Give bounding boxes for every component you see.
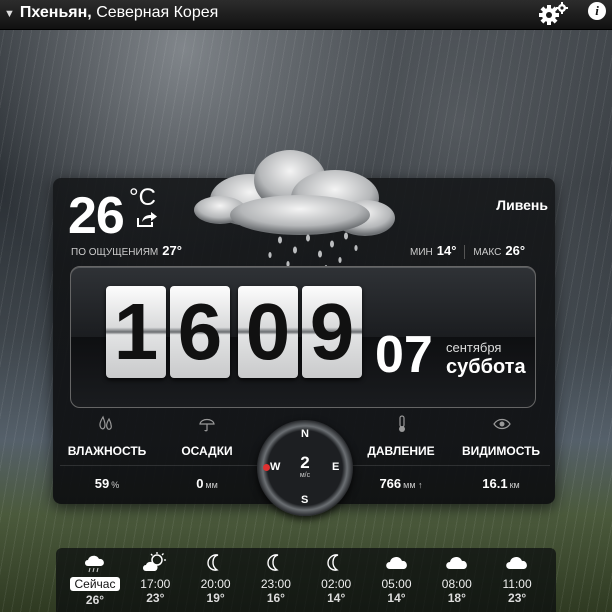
forecast-item[interactable]: 20:00 19° xyxy=(186,552,246,605)
country-name: Северная Корея xyxy=(96,4,219,21)
current-temperature: 26 xyxy=(68,187,125,245)
forecast-temp: 19° xyxy=(206,591,225,605)
cloud-rain-icon xyxy=(85,555,104,573)
forecast-time: 05:00 xyxy=(381,577,412,591)
pressure-label: ДАВЛЕНИЕ xyxy=(367,444,435,458)
sun-cloud-icon xyxy=(143,552,167,571)
forecast-item[interactable]: 05:00 14° xyxy=(367,552,427,605)
cloud-icon xyxy=(446,556,467,569)
forecast-time: 08:00 xyxy=(441,577,472,591)
settings-gear-icon[interactable] xyxy=(536,0,570,28)
clock-hour-ones: 6 xyxy=(170,286,230,378)
city-name: Пхеньян, xyxy=(19,4,92,21)
forecast-time: 17:00 xyxy=(140,577,171,591)
forecast-time: 20:00 xyxy=(200,577,231,591)
forecast-temp: 14° xyxy=(327,591,346,605)
moon-icon xyxy=(267,554,279,571)
forecast-temp: 16° xyxy=(266,591,285,605)
rain-cloud-icon xyxy=(194,150,395,273)
precip-number: 0 xyxy=(196,476,204,491)
forecast-time: Сейчас xyxy=(69,577,121,591)
precip-value: 0 мм xyxy=(170,476,244,491)
moon-icon xyxy=(206,554,219,571)
separator xyxy=(464,245,466,260)
forecast-temp: 18° xyxy=(447,591,466,605)
max-label: МАКС xyxy=(473,247,502,258)
date-weekday: суббота xyxy=(446,356,526,378)
wind-direction-marker xyxy=(263,464,270,471)
forecast-time: 02:00 xyxy=(321,577,352,591)
moon-icon xyxy=(327,554,339,571)
cloud-icon xyxy=(385,556,407,569)
precip-label: ОСАДКИ xyxy=(181,444,233,458)
feels-like: ПО ОЩУЩЕНИЯМ 27° xyxy=(71,243,182,258)
date-month: сентября xyxy=(446,340,502,355)
eye-icon xyxy=(493,418,511,430)
precip-unit: мм xyxy=(205,480,218,490)
compass-south: S xyxy=(301,494,309,506)
location-selector[interactable]: ▼ Пхеньян, Северная Корея xyxy=(4,4,218,22)
max-value: 26° xyxy=(505,243,526,258)
min-max-temperature: МИН 14° МАКС 26° xyxy=(410,243,526,260)
forecast-time: 11:00 xyxy=(502,577,532,591)
forecast-temp: 26° xyxy=(85,593,105,607)
forecast-item[interactable]: 08:00 18° xyxy=(427,552,487,605)
dropdown-arrow-icon[interactable]: ▼ xyxy=(4,8,15,20)
feels-like-label: ПО ОЩУЩЕНИЯМ xyxy=(71,247,159,258)
wind-unit: м/с xyxy=(299,472,311,479)
compass-west: W xyxy=(270,461,281,473)
clock-hour-tens: 1 xyxy=(106,286,166,378)
humidity-unit: % xyxy=(111,480,120,490)
visibility-unit: км xyxy=(509,480,520,490)
forecast-temp: 23° xyxy=(508,591,527,605)
wind-speed: 2 xyxy=(300,453,310,472)
forecast-item[interactable]: Сейчас 26° xyxy=(65,552,125,607)
forecast-item[interactable]: 11:00 23° xyxy=(487,552,547,605)
compass-north: N xyxy=(301,428,309,440)
temperature-unit[interactable]: °C xyxy=(129,184,156,212)
humidity-number: 59 xyxy=(94,476,110,491)
visibility-number: 16.1 xyxy=(482,476,508,491)
umbrella-icon xyxy=(199,418,215,432)
visibility-value: 16.1 км xyxy=(456,476,546,491)
humidity-label: ВЛАЖНОСТЬ xyxy=(67,444,147,458)
forecast-item[interactable]: 02:00 14° xyxy=(306,552,366,605)
share-icon[interactable] xyxy=(136,210,158,228)
pressure-unit: мм ↑ xyxy=(403,480,423,490)
compass-east: E xyxy=(332,461,340,473)
feels-like-value: 27° xyxy=(162,243,182,258)
top-bar: ▼ Пхеньян, Северная Корея i xyxy=(0,0,612,30)
visibility-label: ВИДИМОСТЬ xyxy=(461,444,541,458)
forecast-item[interactable]: 23:00 16° xyxy=(246,552,306,605)
pressure-number: 766 xyxy=(379,476,402,491)
min-value: 14° xyxy=(436,243,457,258)
clock-minute-tens: 0 xyxy=(238,286,298,378)
date-day: 07 xyxy=(375,326,433,384)
weather-condition: Ливень xyxy=(496,197,548,213)
forecast-temp: 14° xyxy=(387,591,406,605)
thermometer-icon xyxy=(399,415,405,432)
forecast-temp: 23° xyxy=(146,591,165,605)
forecast-time: 23:00 xyxy=(260,577,291,591)
info-icon[interactable]: i xyxy=(588,2,606,20)
clock-minute-ones: 9 xyxy=(302,286,362,378)
forecast-item[interactable]: 17:00 23° xyxy=(125,552,185,605)
humidity-icon xyxy=(99,415,112,430)
humidity-value: 59% xyxy=(60,476,154,491)
cloud-icon xyxy=(506,556,527,569)
pressure-value: 766 мм ↑ xyxy=(362,476,440,491)
